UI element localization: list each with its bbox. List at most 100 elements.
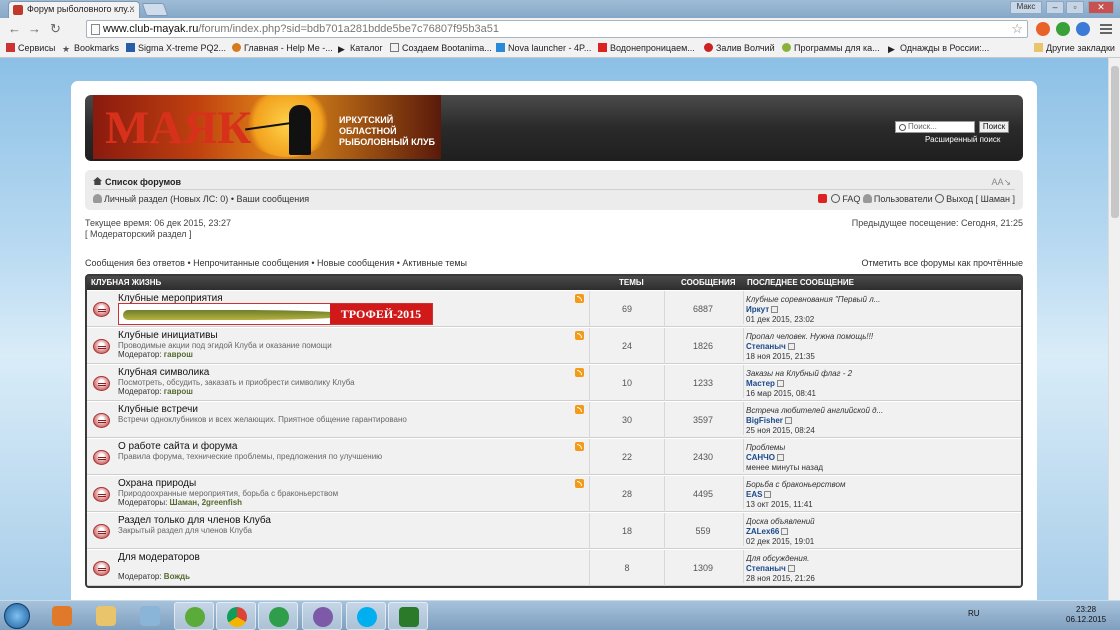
- advanced-search-link[interactable]: Расширенный поиск: [925, 135, 1000, 144]
- bookmark-item[interactable]: Создаем Bootanima...: [390, 43, 492, 53]
- bookmark-item[interactable]: Сервисы: [6, 43, 55, 53]
- bookmark-item[interactable]: Водонепроницаем...: [598, 43, 695, 53]
- forum-title[interactable]: Клубные инициативы: [118, 330, 218, 341]
- maximize-button[interactable]: ▫: [1066, 1, 1084, 14]
- last-post-author[interactable]: Степаныч: [746, 564, 786, 573]
- taskbar-chrome[interactable]: [216, 602, 256, 630]
- last-post-author[interactable]: Степаныч: [746, 342, 786, 351]
- search-links[interactable]: Сообщения без ответов • Непрочитанные со…: [85, 258, 467, 268]
- forum-title[interactable]: Клубные встречи: [118, 404, 198, 415]
- rss-feed-icon[interactable]: [575, 368, 584, 377]
- go-to-post-icon[interactable]: [771, 306, 779, 313]
- faq-link[interactable]: FAQ: [842, 194, 860, 204]
- taskbar-skype[interactable]: [346, 602, 386, 630]
- page-scrollbar[interactable]: [1108, 58, 1120, 600]
- last-post-title[interactable]: Доска объявлений: [746, 517, 983, 527]
- last-post-author[interactable]: EAS: [746, 490, 762, 499]
- forum-title[interactable]: Клубная символика: [118, 367, 209, 378]
- last-post-title[interactable]: Для обсуждения.: [746, 554, 983, 564]
- personal-section-link[interactable]: Личный раздел (Новых ЛС: 0): [104, 194, 228, 204]
- bookmark-folder[interactable]: Другие закладки: [1034, 43, 1115, 53]
- rss-feed-icon[interactable]: [575, 479, 584, 488]
- minimize-button[interactable]: –: [1046, 1, 1064, 14]
- forum-title[interactable]: Для модераторов: [118, 552, 200, 563]
- search-button[interactable]: Поиск: [979, 121, 1009, 133]
- last-post-title[interactable]: Проблемы: [746, 443, 983, 453]
- moderator-link[interactable]: гаврош: [164, 387, 193, 396]
- profile-button[interactable]: Макс: [1010, 1, 1042, 14]
- taskbar-media[interactable]: [388, 602, 428, 630]
- language-indicator[interactable]: RU: [968, 609, 980, 618]
- bookmark-item[interactable]: Программы для ка...: [782, 43, 880, 53]
- last-post-title[interactable]: Борьба с браконьерством: [746, 480, 983, 490]
- browser-tab[interactable]: Форум рыболовного клу... ×: [8, 1, 140, 18]
- rss-feed-icon[interactable]: [575, 294, 584, 303]
- reload-icon[interactable]: ↻: [50, 22, 61, 36]
- start-button[interactable]: [4, 603, 30, 629]
- taskbar-app[interactable]: [130, 602, 170, 630]
- bookmark-star-icon[interactable]: ☆: [1011, 21, 1023, 37]
- last-post-author[interactable]: BigFisher: [746, 416, 783, 425]
- last-post-author[interactable]: САНЧО: [746, 453, 775, 462]
- bookmark-item[interactable]: ▶ Однажды в России:...: [888, 43, 989, 54]
- your-posts-link[interactable]: • Ваши сообщения: [231, 194, 309, 204]
- forum-title[interactable]: Раздел только для членов Клуба: [118, 515, 271, 526]
- forum-title[interactable]: Охрана природы: [118, 478, 196, 489]
- extension-icon[interactable]: [1076, 22, 1090, 36]
- youtube-icon[interactable]: [817, 194, 827, 203]
- tab-close-icon[interactable]: ×: [129, 4, 135, 15]
- forum-list-link[interactable]: Список форумов: [105, 177, 181, 187]
- bookmark-item[interactable]: Sigma X-treme PQ2...: [126, 43, 226, 53]
- go-to-post-icon[interactable]: [781, 528, 789, 535]
- last-post-author[interactable]: Иркут: [746, 305, 769, 314]
- taskbar-viber[interactable]: [302, 602, 342, 630]
- bookmark-item[interactable]: ▶ Каталог: [338, 43, 383, 54]
- logout-link[interactable]: Выход [ Шаман ]: [946, 194, 1015, 204]
- back-arrow-icon[interactable]: ←: [8, 22, 21, 36]
- forum-title[interactable]: О работе сайта и форума: [118, 441, 237, 452]
- rss-feed-icon[interactable]: [575, 405, 584, 414]
- bookmark-item[interactable]: Залив Волчий: [704, 43, 775, 53]
- close-window-button[interactable]: ✕: [1088, 1, 1114, 14]
- go-to-post-icon[interactable]: [776, 380, 784, 387]
- last-post-title[interactable]: Заказы на Клубный флаг - 2: [746, 369, 983, 379]
- new-tab-button[interactable]: [141, 3, 169, 16]
- bookmark-item[interactable]: ★ Bookmarks: [62, 43, 119, 54]
- mod-section-link[interactable]: [ Модераторский раздел ]: [85, 229, 1023, 240]
- taskbar-explorer[interactable]: [86, 602, 126, 630]
- bookmark-item[interactable]: Nova launcher - 4P...: [496, 43, 591, 53]
- last-post-author[interactable]: Мастер: [746, 379, 775, 388]
- taskbar-utorrent[interactable]: [174, 602, 214, 630]
- moderator-link[interactable]: Вождь: [164, 572, 190, 581]
- system-clock[interactable]: 23:28 06.12.2015: [1066, 605, 1106, 625]
- trophy-banner[interactable]: ТРОФЕЙ-2015: [118, 303, 433, 325]
- scrollbar-thumb[interactable]: [1111, 66, 1119, 218]
- last-post-title[interactable]: Пропал человек. Нужна помощь!!!: [746, 332, 983, 342]
- extension-icon[interactable]: [1056, 22, 1070, 36]
- last-post-title[interactable]: Клубные соревнования "Первый л...: [746, 295, 983, 305]
- search-input[interactable]: Поиск...: [895, 121, 975, 133]
- mark-read-link[interactable]: Отметить все форумы как прочтённые: [861, 258, 1023, 268]
- menu-icon[interactable]: [1100, 22, 1112, 34]
- rss-feed-icon[interactable]: [575, 331, 584, 340]
- taskbar-media-player[interactable]: [42, 602, 82, 630]
- club-logo[interactable]: МАЯК ИРКУТСКИЙ ОБЛАСТНОЙ РЫБОЛОВНЫЙ КЛУБ: [93, 95, 441, 159]
- go-to-post-icon[interactable]: [764, 491, 772, 498]
- moderator-link[interactable]: Шаман, 2greenfish: [170, 498, 242, 507]
- go-to-post-icon[interactable]: [784, 417, 792, 424]
- last-post-title[interactable]: Встреча любителей английской д...: [746, 406, 983, 416]
- category-title[interactable]: КЛУБНАЯ ЖИЗНЬ: [91, 276, 161, 290]
- moderator-link[interactable]: гаврош: [164, 350, 193, 359]
- bookmark-item[interactable]: Главная - Help Me -...: [232, 43, 333, 53]
- address-bar[interactable]: www.club-mayak.ru/forum/index.php?sid=bd…: [86, 20, 1028, 38]
- go-to-post-icon[interactable]: [787, 565, 795, 572]
- taskbar-mail[interactable]: [258, 602, 298, 630]
- rss-feed-icon[interactable]: [575, 442, 584, 451]
- users-link[interactable]: Пользователи: [874, 194, 933, 204]
- forward-arrow-icon[interactable]: →: [28, 22, 41, 36]
- go-to-post-icon[interactable]: [787, 343, 795, 350]
- extension-icon[interactable]: [1036, 22, 1050, 36]
- go-to-post-icon[interactable]: [776, 454, 784, 461]
- font-size-toggle[interactable]: AA↘: [991, 174, 1011, 190]
- last-post-author[interactable]: ZALex66: [746, 527, 779, 536]
